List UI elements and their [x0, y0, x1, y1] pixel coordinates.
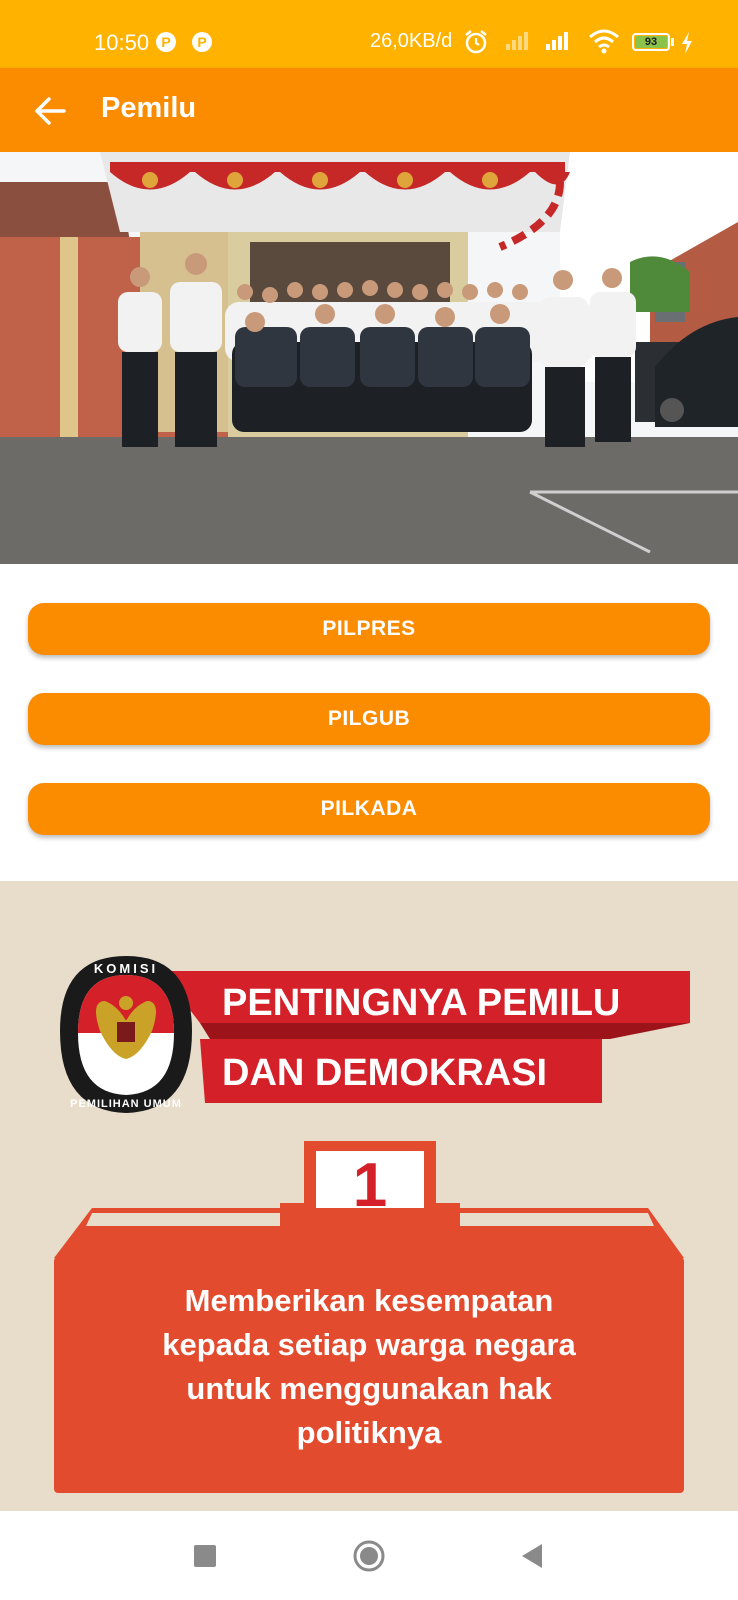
battery-level: 93	[635, 36, 667, 48]
title-line-1: PENTINGNYA PEMILU	[222, 982, 620, 1024]
status-bar: 10:50 P P 26,0KB/d 93	[0, 0, 738, 68]
page-title: Pemilu	[101, 92, 197, 124]
logo-top-text: KOMISI	[94, 961, 158, 976]
signal-weak-icon	[506, 32, 528, 50]
infographic-banner: PENTINGNYA PEMILU DAN DEMOKRASI KOMISI P…	[0, 881, 738, 1511]
battery-tip	[671, 38, 674, 46]
body-line-1: Memberikan kesempatan	[185, 1283, 554, 1318]
alarm-icon	[465, 30, 487, 54]
app-bar: Pemilu	[0, 68, 738, 152]
network-speed: 26,0KB/d	[370, 30, 453, 52]
pilpres-button[interactable]: PILPRES	[28, 603, 710, 655]
recents-square-icon[interactable]	[194, 1545, 216, 1567]
system-nav-bar	[0, 1511, 738, 1600]
pilgub-button[interactable]: PILGUB	[28, 693, 710, 745]
kpu-logo-icon: KOMISI PEMILIHAN UMUM	[60, 956, 192, 1113]
body-line-2: kepada setiap warga negara	[162, 1327, 576, 1362]
back-arrow-icon[interactable]	[28, 88, 74, 134]
charging-icon	[682, 32, 692, 54]
back-triangle-icon[interactable]	[520, 1543, 544, 1569]
wifi-icon	[589, 29, 619, 54]
logo-bottom-text: PEMILIHAN UMUM	[70, 1098, 182, 1110]
pilkada-button[interactable]: PILKADA	[28, 783, 710, 835]
ribbon-fold	[200, 1023, 690, 1039]
body-line-4: politiknya	[297, 1415, 442, 1450]
battery-icon: 93	[632, 33, 670, 51]
group-photo-image	[0, 152, 738, 564]
body-line-3: untuk menggunakan hak	[186, 1371, 552, 1406]
home-circle-icon[interactable]	[352, 1539, 386, 1573]
signal-icon	[546, 32, 568, 50]
title-line-2: DAN DEMOKRASI	[222, 1052, 547, 1094]
header-photo	[0, 152, 738, 564]
notification-icon: P	[156, 32, 176, 52]
status-time: 10:50	[94, 30, 150, 55]
notification-icon: P	[192, 32, 212, 52]
infographic-graphic: PENTINGNYA PEMILU DAN DEMOKRASI KOMISI P…	[54, 956, 690, 1493]
